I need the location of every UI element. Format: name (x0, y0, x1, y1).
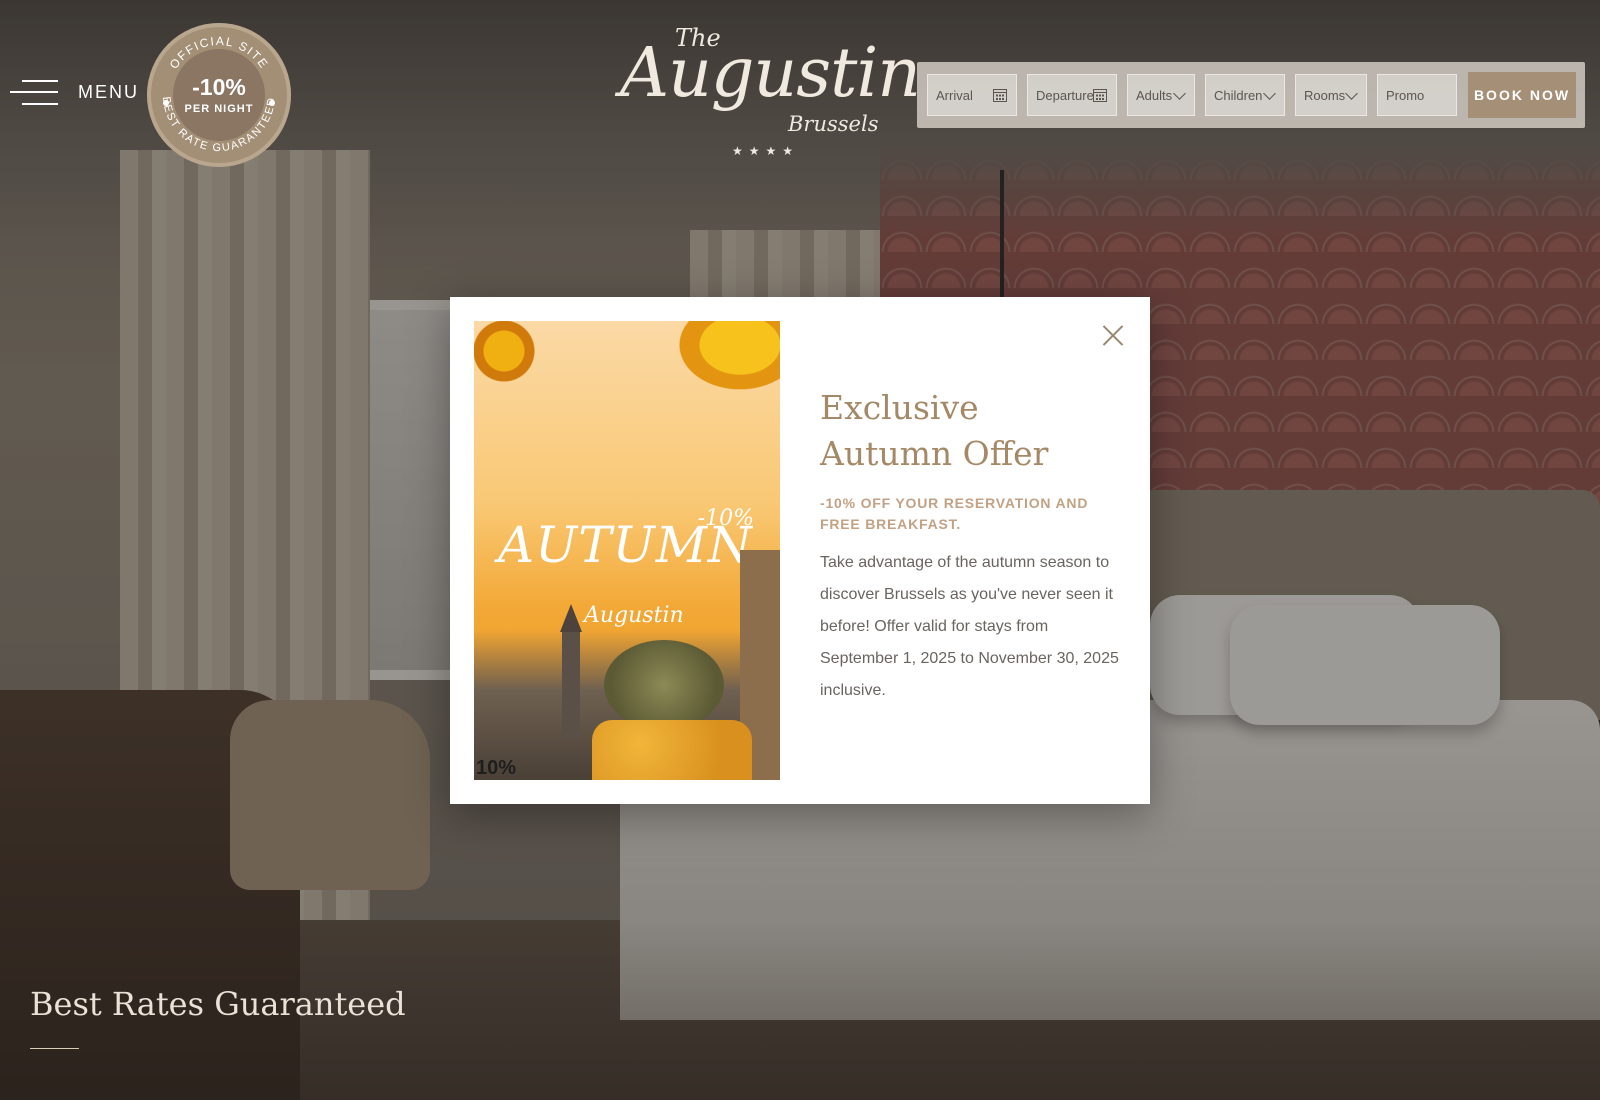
offer-modal: -10% AUTUMN Augustin 10% Exclusive Autum… (450, 297, 1150, 804)
logo-city: Brussels (788, 112, 879, 136)
svg-text:BEST RATE GUARANTEED: BEST RATE GUARANTEED (160, 96, 278, 154)
logo-name: Augustin (620, 34, 921, 113)
best-rate-badge: OFFICIAL SITE BEST RATE GUARANTEED -10% … (147, 23, 291, 167)
promo-placeholder: Promo (1386, 87, 1425, 103)
chevron-down-icon (1345, 87, 1358, 100)
caption-underline (30, 1048, 79, 1049)
modal-body: Take advantage of the autumn season to d… (820, 554, 1119, 699)
calendar-icon (993, 89, 1007, 102)
rooms-label: Rooms (1304, 87, 1346, 103)
calendar-icon (1093, 89, 1107, 102)
book-now-button[interactable]: BOOK NOW (1468, 72, 1576, 118)
adults-select[interactable]: Adults (1127, 74, 1195, 116)
autumn-leaves (474, 321, 544, 391)
autumn-promo-image: -10% AUTUMN Augustin 10% (474, 321, 780, 780)
departure-placeholder: Departure (1036, 87, 1094, 103)
hotel-logo[interactable]: The Augustin Brussels ★★★★ (620, 22, 921, 162)
promo-image-corner-text: 10% (476, 757, 517, 779)
tree (604, 640, 724, 730)
rooms-select[interactable]: Rooms (1295, 74, 1367, 116)
modal-subtitle: -10% OFF YOUR RESERVATION AND FREE BREAK… (820, 495, 1089, 532)
hero-caption: Best Rates Guaranteed (30, 985, 406, 1023)
close-icon[interactable] (1102, 324, 1124, 346)
hedge (592, 720, 752, 780)
promo-image-title: AUTUMN (498, 516, 753, 574)
autumn-leaves (650, 321, 780, 411)
departure-field[interactable]: Departure (1027, 74, 1117, 116)
children-select[interactable]: Children (1205, 74, 1285, 116)
badge-arc-text: OFFICIAL SITE BEST RATE GUARANTEED (160, 34, 278, 154)
arrival-placeholder: Arrival (936, 87, 973, 103)
church-tower (560, 604, 582, 740)
logo-stars: ★★★★ (732, 144, 800, 158)
hamburger-icon (10, 78, 58, 106)
menu-button[interactable]: MENU (10, 78, 139, 106)
children-label: Children (1214, 87, 1263, 103)
adults-label: Adults (1136, 87, 1173, 103)
arrival-field[interactable]: Arrival (927, 74, 1017, 116)
booking-bar: Arrival Departure Adults Children Rooms … (917, 62, 1585, 128)
promo-image-logo: Augustin (584, 603, 684, 628)
menu-label: MENU (78, 81, 139, 102)
chevron-down-icon (1263, 87, 1276, 100)
promo-field[interactable]: Promo (1377, 74, 1457, 116)
svg-text:OFFICIAL SITE: OFFICIAL SITE (167, 34, 272, 72)
modal-title: Exclusive Autumn Offer (820, 388, 1049, 473)
chevron-down-icon (1173, 87, 1186, 100)
